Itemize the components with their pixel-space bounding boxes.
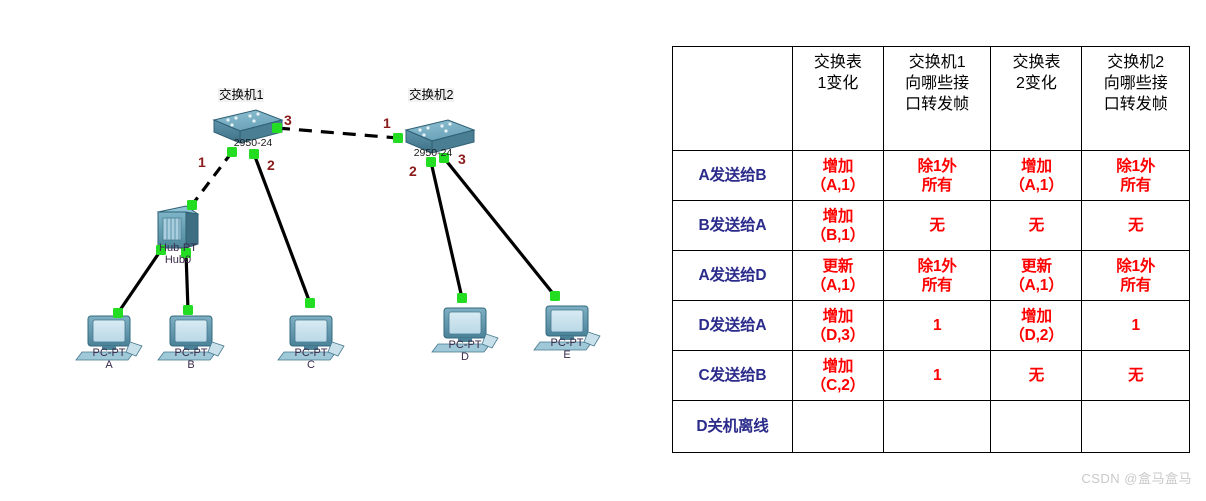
row-label-d-to-a: D发送给A [672, 300, 793, 351]
cell-b-to-a-sw1-change: 增加 （B,1） [791, 200, 884, 251]
header-cell-sw2-table-change: 交换表 2变化 [990, 46, 1083, 151]
csdn-watermark: CSDN @盒马盒马 [1081, 471, 1192, 486]
row-label-a-to-d: A发送给D [672, 250, 793, 301]
device-switch2[interactable] [404, 119, 476, 154]
device-pc-e[interactable] [533, 305, 601, 351]
device-pc-c[interactable] [277, 315, 345, 361]
cell-d-offline-sw1-ports [882, 400, 992, 453]
cell-a-to-b-sw1-change: 增加 （A,1） [791, 150, 884, 201]
cell-d-to-a-sw2-ports: 1 [1081, 300, 1190, 351]
cell-a-to-b-sw2-change: 增加 （A,1） [990, 150, 1083, 201]
cell-c-to-b-sw2-change: 无 [990, 350, 1083, 401]
table-row: A发送给B 增加 （A,1） 除1外 所有 增加 （A,1） 除1外 所有 [672, 150, 1190, 201]
table-header-row: 交换表 1变化 交换机1 向哪些接 口转发帧 交换表 2变化 交换机2 向哪些接… [672, 46, 1190, 151]
device-hub0[interactable] [156, 205, 200, 249]
cell-d-offline-sw1-change [791, 400, 884, 453]
cell-d-to-a-sw2-change: 增加 （D,2） [990, 300, 1083, 351]
cell-d-to-a-sw1-change: 增加 （D,3） [791, 300, 884, 351]
table-row: C发送给B 增加 （C,2） 1 无 无 [672, 350, 1190, 401]
cell-b-to-a-sw2-change: 无 [990, 200, 1083, 251]
cell-c-to-b-sw1-ports: 1 [882, 350, 992, 401]
topology-links-svg [75, 109, 601, 361]
row-label-a-to-b: A发送给B [672, 150, 793, 201]
link-switch1-switch2 [276, 126, 399, 140]
device-pc-a[interactable] [75, 315, 143, 361]
row-label-b-to-a: B发送给A [672, 200, 793, 251]
switch-forwarding-table: 交换表 1变化 交换机1 向哪些接 口转发帧 交换表 2变化 交换机2 向哪些接… [672, 46, 1190, 453]
cell-b-to-a-sw1-ports: 无 [882, 200, 992, 251]
link-switch1-pcc [252, 153, 312, 304]
header-cell-corner [672, 46, 793, 151]
cell-c-to-b-sw1-change: 增加 （C,2） [791, 350, 884, 401]
link-hub-pcb [184, 252, 190, 311]
link-switch1-hub [190, 151, 234, 206]
cell-a-to-b-sw1-ports: 除1外 所有 [882, 150, 992, 201]
link-switch2-pcd [429, 161, 464, 299]
table-row: A发送给D 更新 （A,1） 除1外 所有 更新 （A,1） 除1外 所有 [672, 250, 1190, 301]
cell-a-to-d-sw1-ports: 除1外 所有 [882, 250, 992, 301]
row-label-d-offline: D关机离线 [672, 400, 793, 453]
link-hub-pca [116, 249, 163, 314]
device-switch1[interactable] [212, 109, 284, 144]
device-pc-d[interactable] [431, 307, 499, 353]
cell-a-to-d-sw2-change: 更新 （A,1） [990, 250, 1083, 301]
cell-c-to-b-sw2-ports: 无 [1081, 350, 1190, 401]
table-row: D关机离线 [672, 400, 1190, 453]
header-cell-sw1-table-change: 交换表 1变化 [791, 46, 884, 151]
header-cell-sw2-forward-ports: 交换机2 向哪些接 口转发帧 [1081, 46, 1190, 151]
cell-a-to-d-sw1-change: 更新 （A,1） [791, 250, 884, 301]
cell-d-offline-sw2-change [990, 400, 1083, 453]
cell-b-to-a-sw2-ports: 无 [1081, 200, 1190, 251]
table-row: B发送给A 增加 （B,1） 无 无 无 [672, 200, 1190, 251]
forwarding-table-container: 交换表 1变化 交换机1 向哪些接 口转发帧 交换表 2变化 交换机2 向哪些接… [672, 46, 1190, 453]
device-pc-b[interactable] [157, 315, 225, 361]
table-row: D发送给A 增加 （D,3） 1 增加 （D,2） 1 [672, 300, 1190, 351]
link-switch2-pce [442, 156, 557, 298]
cell-a-to-d-sw2-ports: 除1外 所有 [1081, 250, 1190, 301]
cell-a-to-b-sw2-ports: 除1外 所有 [1081, 150, 1190, 201]
network-topology-canvas: 交换机1 交换机2 2950-24 2950-24 3 1 2 1 2 3 Hu… [0, 0, 660, 470]
cell-d-to-a-sw1-ports: 1 [882, 300, 992, 351]
cell-d-offline-sw2-ports [1081, 400, 1190, 453]
row-label-c-to-b: C发送给B [672, 350, 793, 401]
header-cell-sw1-forward-ports: 交换机1 向哪些接 口转发帧 [882, 46, 992, 151]
